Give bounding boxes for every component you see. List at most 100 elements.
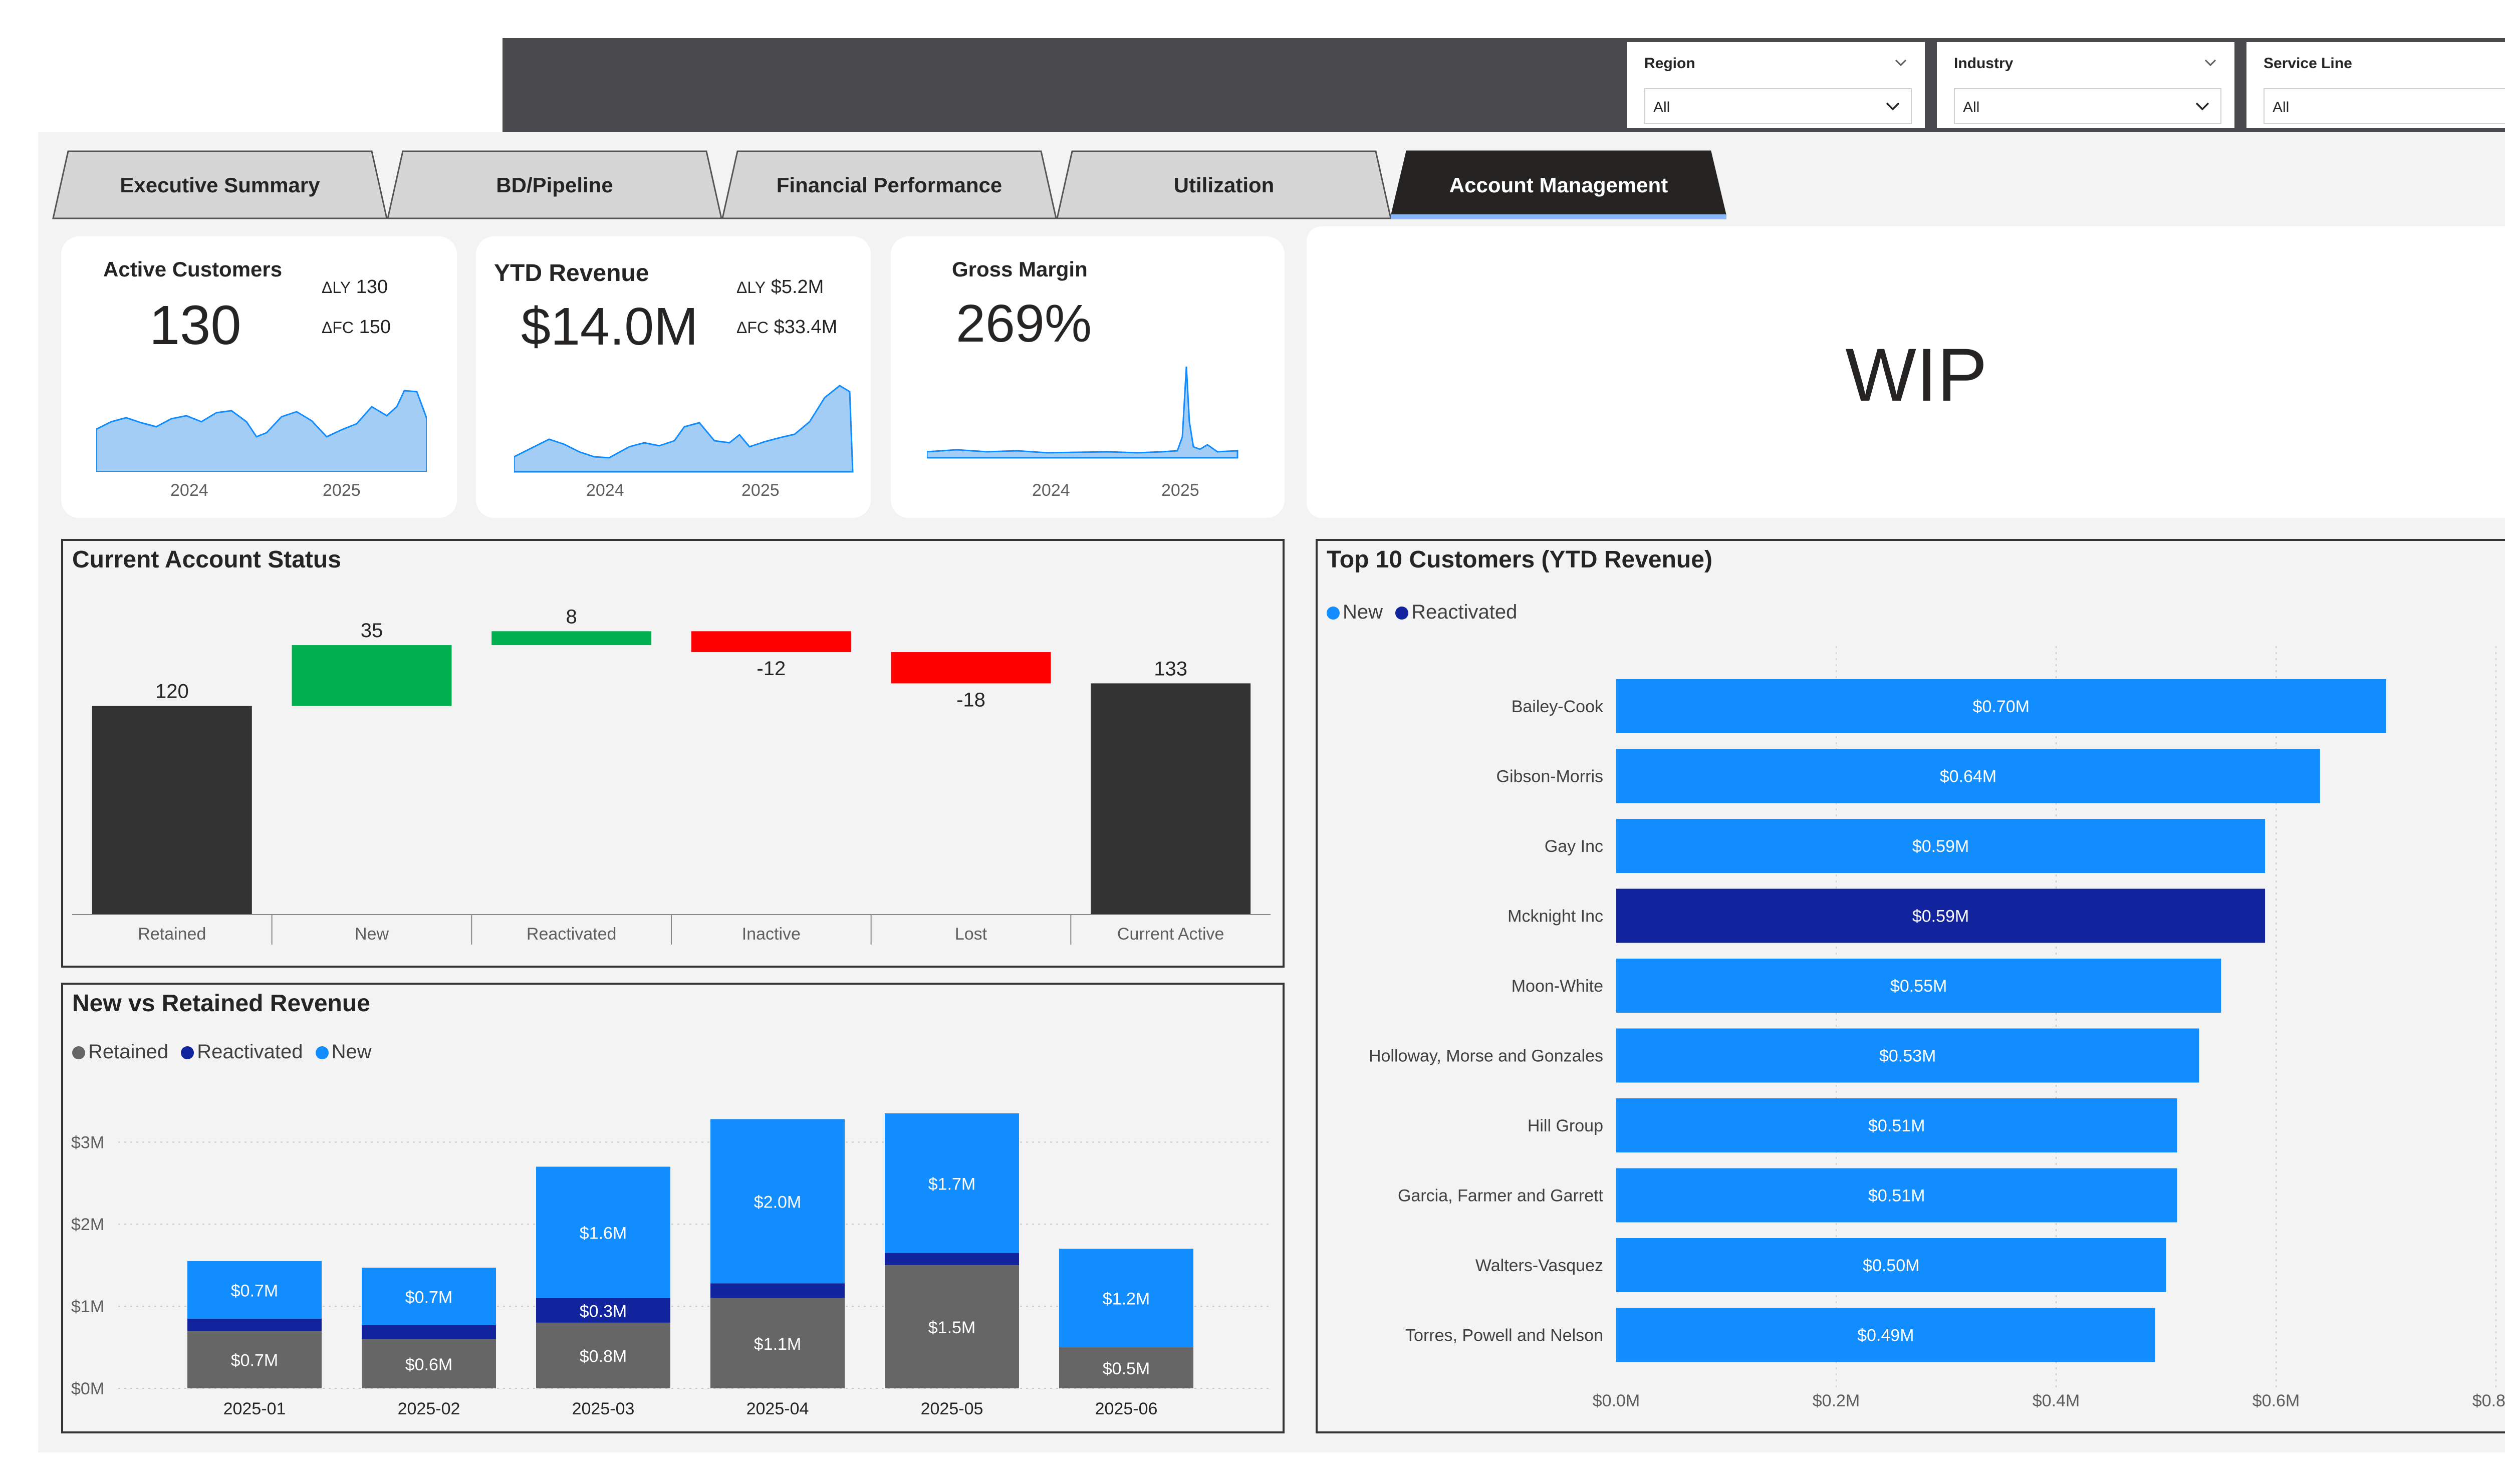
x-tick-label: $0.2M [1813,1391,1860,1410]
y-tick-label: Torres, Powell and Nelson [1405,1326,1603,1345]
horizontal-bar-chart: $0.0M $0.2M $0.4M $0.6M $0.8M Bailey-Cook $0.7… [1369,646,2505,1410]
data-label: $0.70M [1973,697,2030,716]
tab-label: Account Management [1449,173,1668,197]
kpi-delta-fc: ΔFC 150 [322,317,391,338]
data-label: 120 [155,681,189,703]
delta-ly-symbol: ΔLY [736,278,766,296]
service-line-dropdown[interactable]: All [2264,88,2505,124]
data-label: $0.7M [231,1281,279,1300]
kpi-title: YTD Revenue [494,260,649,286]
y-tick-label: Holloway, Morse and Gonzales [1369,1047,1603,1066]
x-tick-label: Inactive [742,925,801,944]
sparkline-chart [514,385,854,473]
wip-text: WIP [1845,333,1987,417]
service-line-dropdown-value: All [2273,99,2290,116]
chevron-down-icon[interactable] [2200,53,2220,73]
y-tick-label: $0M [71,1379,104,1398]
data-label: $0.59M [1912,907,1969,926]
delta-fc-value: 150 [359,317,391,338]
x-tick-label: Retained [138,925,206,944]
data-label: $0.6M [405,1355,453,1374]
kpi-value: $14.0M [521,297,698,356]
tab-label: BD/Pipeline [496,173,613,197]
y-tick-label: Gay Inc [1545,837,1603,856]
stacked-bar-chart: $0M $1M $2M $3M $0.7M $0.7M 2025-01 $0.6M $0.7M 2… [71,1113,1271,1418]
delta-fc-value: $33.4M [774,317,838,338]
industry-dropdown[interactable]: All [1954,88,2221,124]
stacked-bar-segment [187,1318,322,1331]
chevron-down-icon[interactable] [1891,53,1911,73]
data-label: $2.0M [754,1193,802,1212]
data-label: $0.51M [1868,1186,1925,1206]
x-tick-label: Current Active [1117,925,1224,944]
tab-executive-summary[interactable]: Executive Summary [52,150,388,219]
sparkline-area [927,366,1238,459]
axis-year: 2025 [1161,481,1199,500]
sparkline-chart [96,390,427,472]
data-label: 8 [566,606,577,628]
service-line-slicer-title: Service Line [2264,55,2352,72]
sparkline-area [96,390,427,472]
x-tick-label: $0.6M [2252,1391,2300,1410]
data-label: 133 [1154,658,1187,680]
data-label: -18 [956,689,985,711]
data-label: $0.55M [1890,977,1947,996]
x-tick-label: $0.4M [2033,1391,2080,1410]
x-tick-label: New [355,925,389,944]
delta-ly-symbol: ΔLY [322,278,351,296]
data-label: $1.7M [928,1174,976,1194]
industry-dropdown-value: All [1963,99,1980,116]
x-tick-label: Lost [955,925,987,944]
x-tick-label: 2025-03 [572,1399,635,1418]
kpi-title: Gross Margin [952,257,1088,281]
y-tick-label: Gibson-Morris [1496,767,1603,786]
waterfall-bar [691,631,851,652]
data-label: $1.2M [1103,1290,1150,1309]
chevron-down-icon [2195,102,2209,111]
tab-utilization[interactable]: Utilization [1056,150,1392,219]
axis-year: 2025 [741,481,780,500]
data-label: $1.1M [754,1335,802,1354]
waterfall-bar [891,652,1051,684]
kpi-delta-ly: ΔLY $5.2M [736,276,824,298]
chevron-down-icon [2501,95,2505,117]
data-label: $0.53M [1879,1047,1936,1066]
data-label: $0.49M [1857,1326,1914,1345]
y-tick-label: Bailey-Cook [1512,697,1604,716]
y-tick-label: $2M [71,1215,104,1234]
y-tick-label: $3M [71,1133,104,1152]
waterfall-bar [92,706,252,915]
kpi-value: 269% [956,294,1092,353]
region-dropdown[interactable]: All [1644,88,1912,124]
tab-financial-performance[interactable]: Financial Performance [721,150,1057,219]
data-label: $0.51M [1868,1116,1925,1135]
tab-label: Utilization [1173,173,1275,197]
data-label: -12 [757,658,786,680]
data-label: $0.3M [580,1302,627,1321]
tab-label: Financial Performance [776,173,1003,197]
x-tick-label: $0.0M [1593,1391,1640,1410]
x-tick-label: 2025-05 [921,1399,983,1418]
region-slicer-title: Region [1644,55,1695,72]
tab-account-management[interactable]: Account Management [1391,150,1726,219]
kpi-delta-ly: ΔLY 130 [322,276,388,298]
region-dropdown-value: All [1653,99,1670,116]
axis-year: 2024 [1032,481,1070,500]
axis-year: 2025 [323,481,361,500]
stacked-bar-segment [710,1283,845,1298]
waterfall-chart: 120 Retained 35 New 8 Reactivated -12 Inactive -… [72,606,1271,945]
data-label: $0.59M [1912,837,1969,856]
sparkline-chart [927,366,1238,459]
top-customers-panel: Top 10 Customers (YTD Revenue) New React… [1316,539,2505,1433]
y-tick-label: Walters-Vasquez [1475,1256,1603,1275]
delta-ly-value: $5.2M [771,276,824,298]
data-label: $0.7M [405,1288,453,1307]
gross-margin-card: Gross Margin 269% 2024 2025 [891,236,1285,518]
tab-bd-pipeline[interactable]: BD/Pipeline [387,150,722,219]
wip-card: WIP [1307,226,2505,518]
chevron-down-icon [1886,102,1900,111]
sparkline-area [514,385,854,473]
x-tick-label: 2025-06 [1095,1399,1158,1418]
data-label: $0.5M [1103,1359,1150,1378]
current-account-status-panel: Current Account Status 120 Retained 35 New 8… [61,539,1285,968]
